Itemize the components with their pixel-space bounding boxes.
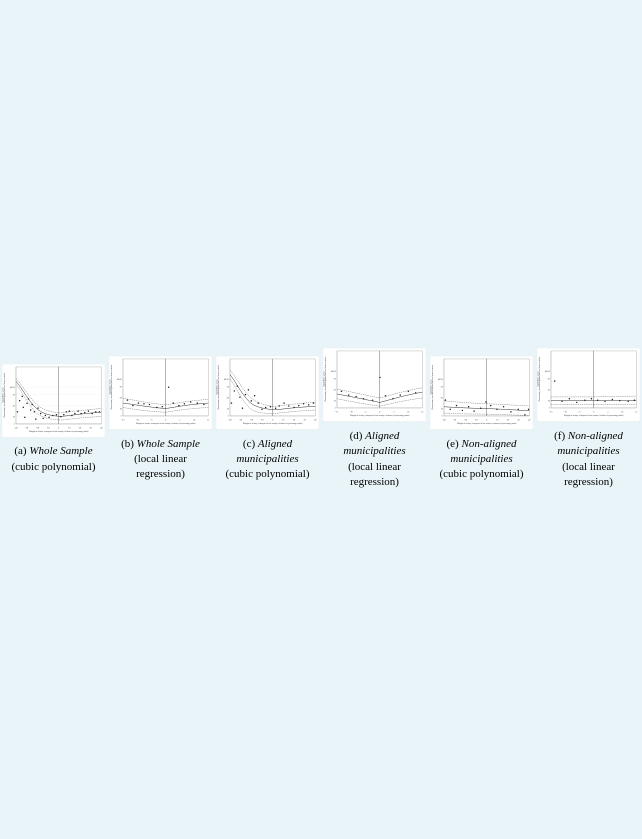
svg-text:(logarithmic scale): (logarithmic scale) <box>216 379 218 394</box>
caption-b-italic: Whole Sample <box>137 438 200 450</box>
caption-e: (e) Non-aligned municipalities (cubic po… <box>430 437 533 483</box>
chart-svg-d: Discretionary investment grants per head… <box>323 348 426 422</box>
caption-d: (d) Aligned municipalities (local linear… <box>323 429 426 491</box>
chart-wrapper-a: Discretionary investment grants per head… <box>2 364 105 443</box>
caption-b: (b) Whole Sample (local linear regressio… <box>109 437 212 483</box>
caption-f-label: (f) <box>554 430 568 442</box>
caption-f-sub: (local linear regression) <box>562 461 615 488</box>
svg-text:(logarithmic scale): (logarithmic scale) <box>537 372 539 387</box>
caption-c-sub: (cubic polynomial) <box>225 468 309 480</box>
caption-d-sub: (local linear regression) <box>348 461 401 488</box>
caption-a-sub: (cubic polynomial) <box>11 461 95 473</box>
caption-c-label: (c) <box>243 438 258 450</box>
svg-text:(logarithmic scale): (logarithmic scale) <box>323 372 325 387</box>
caption-e-italic: Non-aligned municipalities <box>450 438 516 465</box>
chart-svg-b: Discretionary investment grants per head… <box>109 356 212 430</box>
chart-cell-e: Discretionary investment grants per head… <box>428 354 535 485</box>
caption-f: (f) Non-aligned municipalities (local li… <box>537 429 640 491</box>
chart-wrapper-e: Discretionary investment grants per head… <box>430 356 533 435</box>
caption-e-label: (e) <box>447 438 462 450</box>
chart-cell-b: Discretionary investment grants per head… <box>107 354 214 485</box>
svg-text:(logarithmic scale): (logarithmic scale) <box>109 379 111 394</box>
caption-a: (a) Whole Sample (cubic polynomial) <box>11 444 95 475</box>
caption-d-label: (d) <box>350 430 366 442</box>
chart-wrapper-b: Discretionary investment grants per head… <box>109 356 212 435</box>
caption-f-italic: Non-aligned municipalities <box>557 430 623 457</box>
caption-c: (c) Aligned municipalities (cubic polyno… <box>216 437 319 483</box>
chart-cell-f: Discretionary investment grants per head… <box>535 346 642 492</box>
caption-e-sub: (cubic polynomial) <box>439 468 523 480</box>
svg-text:(logarithmic scale): (logarithmic scale) <box>430 379 432 394</box>
caption-b-sub: (local linear regression) <box>134 453 187 480</box>
chart-wrapper-f: Discretionary investment grants per head… <box>537 348 640 427</box>
svg-text:(logarithmic scale): (logarithmic scale) <box>2 387 4 402</box>
chart-svg-e: Discretionary investment grants per head… <box>430 356 533 430</box>
caption-a-italic: Whole Sample <box>29 445 92 457</box>
chart-wrapper-d: Discretionary investment grants per head… <box>323 348 426 427</box>
caption-a-label: (a) <box>14 445 29 457</box>
chart-svg-f: Discretionary investment grants per head… <box>537 348 640 422</box>
chart-cell-a: Discretionary investment grants per head… <box>0 362 107 477</box>
chart-cell-d: Discretionary investment grants per head… <box>321 346 428 492</box>
chart-svg-a: Discretionary investment grants per head… <box>2 364 105 438</box>
chart-cell-c: Discretionary investment grants per head… <box>214 354 321 485</box>
chart-svg-c: Discretionary investment grants per head… <box>216 356 319 430</box>
caption-b-label: (b) <box>121 438 137 450</box>
chart-wrapper-c: Discretionary investment grants per head… <box>216 356 319 435</box>
